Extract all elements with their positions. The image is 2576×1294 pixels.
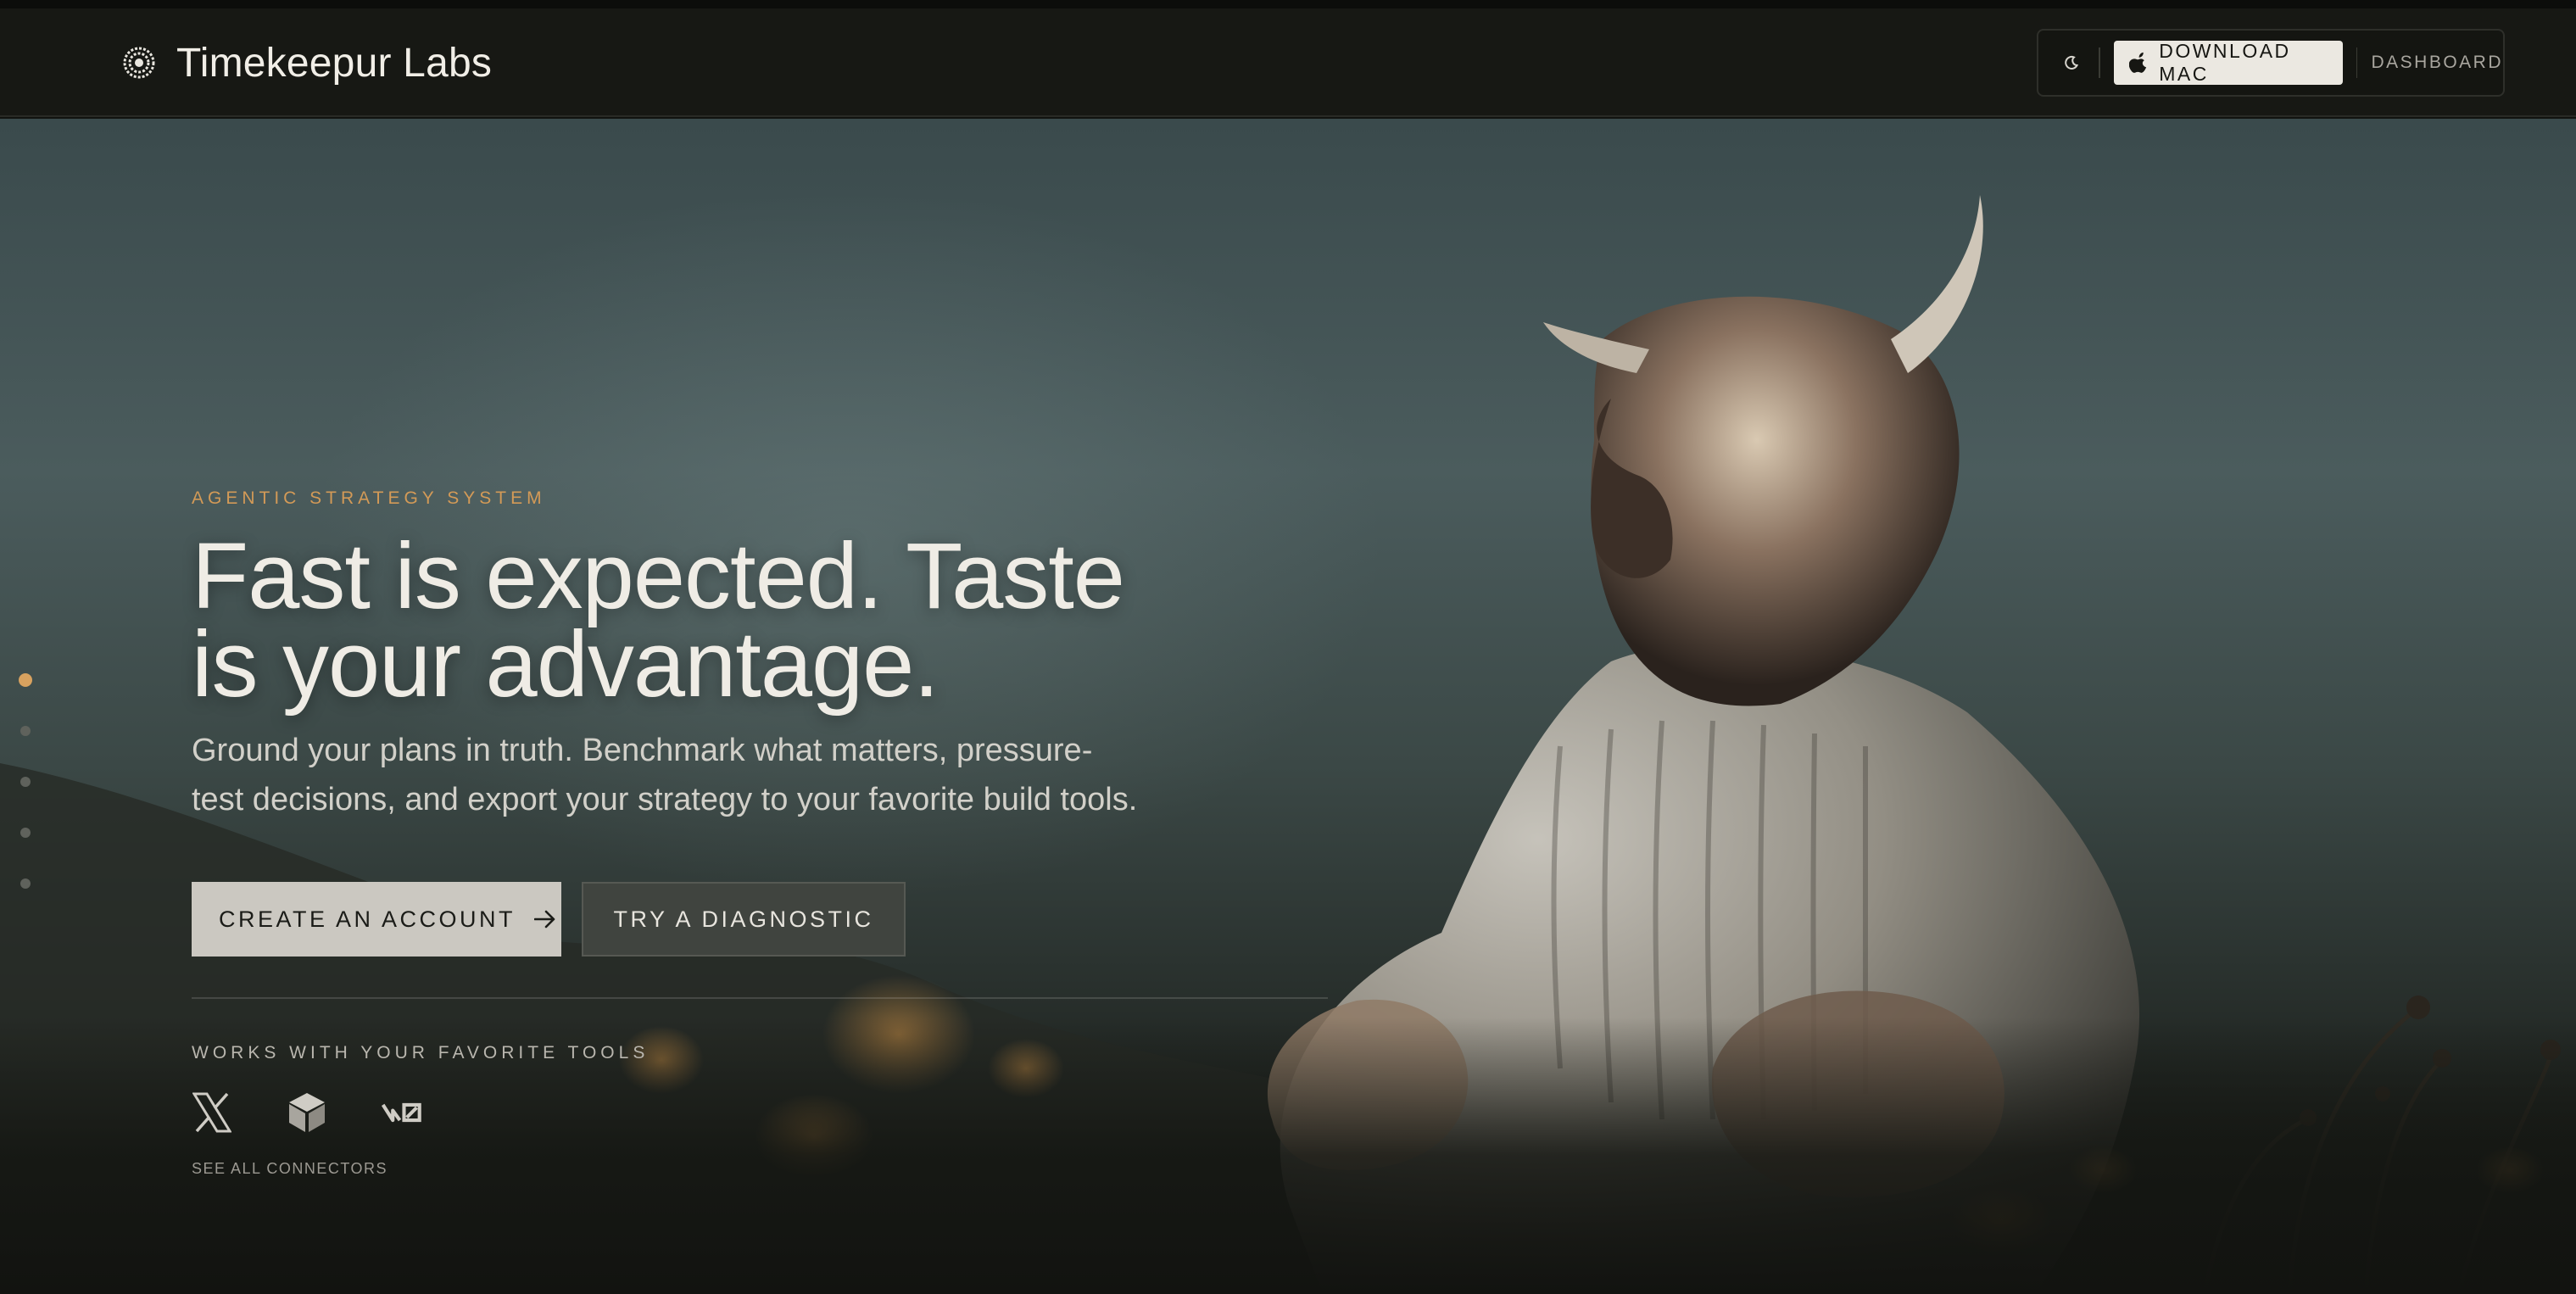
spiral-logo-icon <box>123 47 155 79</box>
section-dot[interactable] <box>20 726 31 736</box>
subtitle-line-2: test decisions, and export your strategy… <box>192 782 1138 817</box>
hero-headline: Fast is expected. Taste is your advantag… <box>192 530 1175 711</box>
apple-icon <box>2128 52 2147 73</box>
hero-eyebrow: AGENTIC STRATEGY SYSTEM <box>192 488 546 508</box>
create-account-label: CREATE AN ACCOUNT <box>219 906 516 932</box>
nav-actions: DOWNLOAD MAC DASHBOARD <box>2037 29 2505 97</box>
brand[interactable]: Timekeepur Labs <box>122 37 492 88</box>
tool-x[interactable] <box>192 1090 232 1135</box>
hero-section: AGENTIC STRATEGY SYSTEM Fast is expected… <box>0 119 2576 1294</box>
create-account-button[interactable]: CREATE AN ACCOUNT <box>192 882 561 957</box>
nav-separator <box>2356 47 2358 78</box>
section-dot[interactable] <box>20 777 31 787</box>
section-dot[interactable] <box>20 878 31 889</box>
see-all-connectors-link[interactable]: SEE ALL CONNECTORS <box>192 1160 388 1178</box>
subtitle-line-1: Ground your plans in truth. Benchmark wh… <box>192 733 1093 768</box>
hero-divider <box>192 997 1328 999</box>
download-mac-label: DOWNLOAD MAC <box>2159 40 2291 85</box>
section-dot-active[interactable] <box>19 673 32 687</box>
top-navigation: Timekeepur Labs DOWNLOAD MAC DASHBOARD <box>0 8 2576 117</box>
nav-separator <box>2098 47 2100 78</box>
x-logo-icon <box>192 1092 231 1133</box>
brand-name: Timekeepur Labs <box>176 40 493 86</box>
top-edge-bar <box>0 0 2576 8</box>
cube-icon <box>289 1093 325 1132</box>
headline-line-2: is your advantage. <box>192 612 940 717</box>
section-dot[interactable] <box>20 828 31 838</box>
dashboard-link[interactable]: DASHBOARD <box>2371 53 2503 73</box>
download-mac-button[interactable]: DOWNLOAD MAC <box>2113 40 2343 85</box>
arrow-right-icon <box>534 910 555 929</box>
moon-icon <box>2065 55 2079 70</box>
tool-v0[interactable] <box>382 1090 422 1135</box>
theme-toggle-button[interactable] <box>2045 39 2099 86</box>
hero-subtitle: Ground your plans in truth. Benchmark wh… <box>192 726 1192 824</box>
section-indicator <box>19 673 32 929</box>
tools-list <box>192 1090 477 1135</box>
tool-cube[interactable] <box>287 1090 327 1135</box>
tools-heading: WORKS WITH YOUR FAVORITE TOOLS <box>192 1043 650 1063</box>
v0-logo-icon <box>382 1102 421 1123</box>
try-diagnostic-button[interactable]: TRY A DIAGNOSTIC <box>582 882 906 957</box>
